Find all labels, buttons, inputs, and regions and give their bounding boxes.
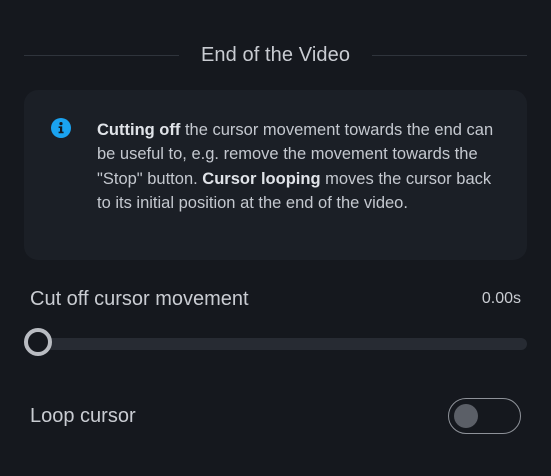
info-card: Cutting off the cursor movement towards …	[24, 90, 527, 260]
divider-right	[372, 54, 528, 56]
cut-off-value: 0.00s	[481, 290, 521, 307]
info-icon	[51, 118, 71, 138]
info-bold-cutting-off: Cutting off	[97, 121, 181, 139]
cut-off-slider-thumb[interactable]	[24, 328, 52, 356]
divider-left	[24, 54, 179, 56]
loop-cursor-toggle[interactable]	[448, 398, 521, 434]
section-header: End of the Video	[24, 42, 528, 68]
cut-off-label: Cut off cursor movement	[30, 288, 249, 310]
end-of-video-panel: End of the Video Cutting off the cursor …	[0, 0, 551, 476]
info-text: Cutting off the cursor movement towards …	[97, 118, 499, 216]
info-bold-cursor-looping: Cursor looping	[202, 169, 321, 188]
section-title: End of the Video	[200, 43, 351, 66]
cut-off-slider-track[interactable]	[26, 338, 527, 350]
loop-cursor-label: Loop cursor	[30, 405, 136, 427]
toggle-knob[interactable]	[454, 404, 478, 428]
